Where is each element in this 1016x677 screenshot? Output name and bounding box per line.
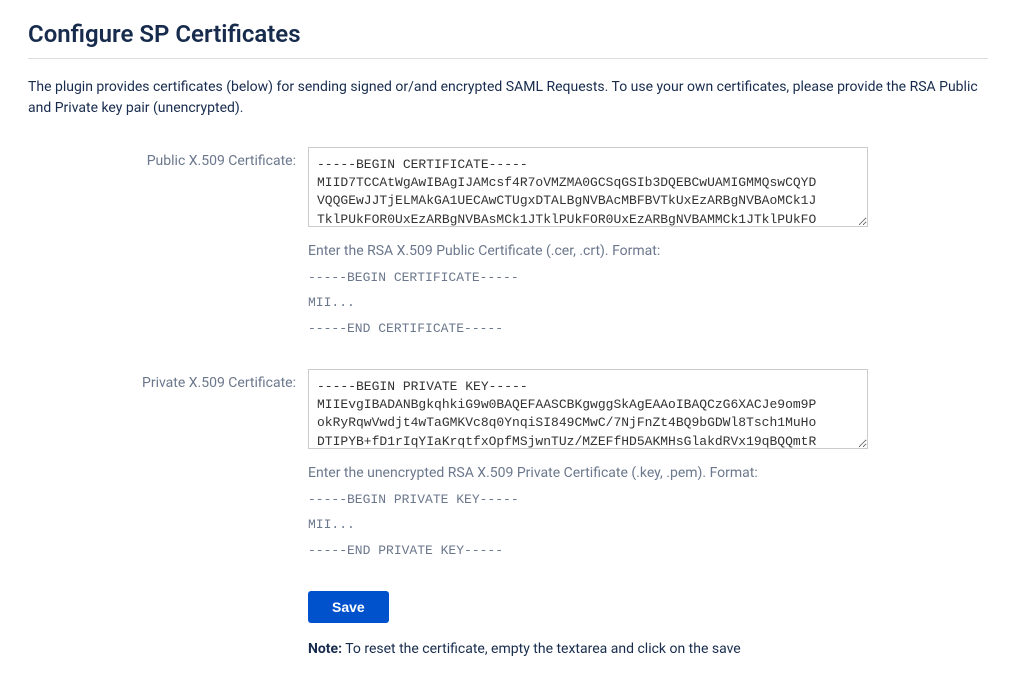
public-cert-help-format: -----BEGIN CERTIFICATE----- MII... -----… (308, 265, 988, 341)
public-cert-field: Public X.509 Certificate: (28, 147, 988, 231)
public-cert-textarea[interactable] (308, 147, 868, 227)
private-cert-label: Private X.509 Certificate: (28, 369, 308, 391)
note-text: To reset the certificate, empty the text… (342, 641, 741, 657)
private-cert-field: Private X.509 Certificate: (28, 369, 988, 453)
public-cert-help: Enter the RSA X.509 Public Certificate (… (308, 243, 988, 341)
page-title: Configure SP Certificates (28, 20, 988, 59)
public-cert-help-intro: Enter the RSA X.509 Public Certificate (… (308, 243, 988, 259)
private-cert-help-intro: Enter the unencrypted RSA X.509 Private … (308, 465, 988, 481)
private-cert-help-format: -----BEGIN PRIVATE KEY----- MII... -----… (308, 487, 988, 563)
private-cert-textarea[interactable] (308, 369, 868, 449)
private-cert-help: Enter the unencrypted RSA X.509 Private … (308, 465, 988, 563)
note-label: Note: (308, 641, 342, 657)
actions-row: Save (308, 591, 988, 623)
intro-text: The plugin provides certificates (below)… (28, 77, 988, 119)
public-cert-label: Public X.509 Certificate: (28, 147, 308, 169)
save-button[interactable]: Save (308, 591, 389, 623)
reset-note: Note: To reset the certificate, empty th… (308, 641, 988, 657)
